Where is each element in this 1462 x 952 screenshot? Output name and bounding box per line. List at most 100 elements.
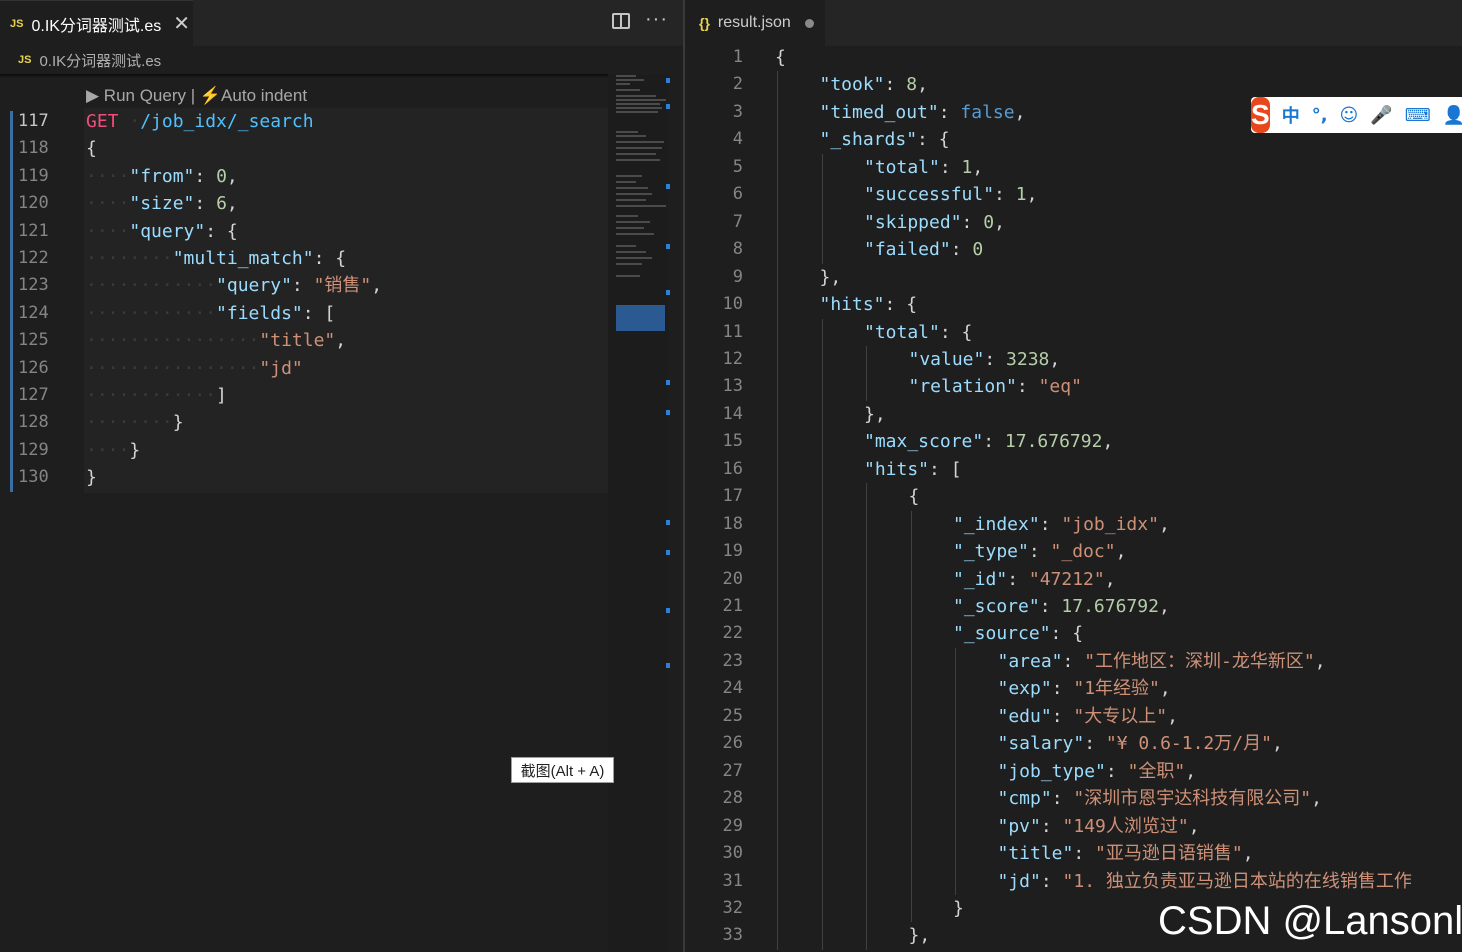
line-number: 25 [722, 705, 743, 726]
line-number: 12 [722, 348, 743, 369]
line-content: }, [864, 401, 886, 429]
code-line[interactable]: 125 ················"title", [0, 327, 608, 354]
code-line[interactable]: 21 "_score": 17.676792, [685, 593, 1462, 621]
code-line[interactable]: 26 "salary": "¥ 0.6-1.2万/月", [685, 730, 1462, 758]
punctuation: : [1084, 733, 1106, 755]
code-line[interactable]: 117 GET ·/job_idx/_search [0, 108, 608, 135]
indent-guide [955, 647, 956, 676]
punctuation: , [1242, 843, 1254, 865]
punctuation: { [86, 138, 97, 160]
minimap-line [616, 275, 640, 277]
indent-guide [866, 894, 867, 923]
code-line[interactable]: 16 "hits": [ [685, 455, 1462, 484]
microphone-icon[interactable]: 🎤 [1370, 105, 1392, 126]
scrollbar-marker [666, 290, 670, 295]
line-content: "_index": "job_idx", [953, 511, 1170, 539]
indent-guide [777, 894, 778, 923]
line-content: "_type": "_doc", [953, 538, 1126, 566]
code-line[interactable]: 9}, [685, 263, 1462, 292]
user-icon[interactable]: 👤 [1443, 105, 1462, 126]
indent-guide [777, 593, 778, 621]
keyboard-icon[interactable]: ⌨ [1405, 105, 1431, 126]
code-line[interactable]: 24 "exp": "1年经验", [685, 675, 1462, 703]
punctuation: , [1026, 184, 1038, 206]
code-line[interactable]: 11 "total": { [685, 318, 1462, 346]
code-line[interactable]: 19 "_type": "_doc", [685, 538, 1462, 566]
line-content: "skipped": 0, [864, 209, 1005, 237]
emoji-icon[interactable]: ☺ [1340, 105, 1359, 126]
close-icon[interactable]: ✕ [173, 11, 190, 36]
code-line[interactable]: 7 "skipped": 0, [685, 208, 1462, 237]
tab-ik-test-file[interactable]: JS 0.IK分词器测试.es ✕ [0, 0, 193, 46]
code-line[interactable]: 30 "title": "亚马逊日语销售", [685, 840, 1462, 868]
minimap-slider[interactable] [616, 305, 665, 331]
code-line[interactable]: 25 "edu": "大专以上", [685, 702, 1462, 731]
indent-guide [777, 126, 778, 154]
punctuation: : [1051, 705, 1074, 727]
code-line[interactable]: 15 "max_score": 17.676792, [685, 428, 1462, 456]
code-line[interactable]: 1{ [685, 44, 1462, 72]
code-line[interactable]: 127 ············] [0, 382, 608, 409]
code-line[interactable]: 22 "_source": { [685, 620, 1462, 648]
punctuation: , [1158, 596, 1170, 617]
code-line[interactable]: 126 ················"jd" [0, 355, 608, 382]
indent-guide [777, 510, 778, 539]
code-line[interactable]: 29 "pv": "149人浏览过", [685, 812, 1462, 841]
chinese-mode-icon[interactable]: 中 [1282, 102, 1300, 128]
indent-guide [777, 236, 778, 264]
minimap-line [616, 95, 656, 97]
split-editor-icon[interactable] [612, 13, 630, 29]
js-file-icon: JS [10, 17, 24, 30]
code-line[interactable]: 12 "value": 3238, [685, 345, 1462, 374]
unsaved-dot-icon[interactable] [804, 18, 814, 28]
code-line[interactable]: 118 { [0, 135, 608, 162]
indent-guide [821, 593, 823, 621]
code-line[interactable]: 128 ········} [0, 409, 608, 436]
indent-guide [777, 98, 778, 127]
code-line[interactable]: 20 "_id": "47212", [685, 565, 1462, 594]
code-line[interactable]: 17 { [685, 483, 1462, 511]
whitespace-marker: ············ [86, 302, 217, 324]
code-line[interactable]: 130} [0, 464, 608, 491]
code-line[interactable]: 120 ····"size": 6, [0, 190, 608, 217]
code-line[interactable]: 14}, [685, 400, 1462, 429]
indent-guide [910, 730, 912, 758]
code-line[interactable]: 6 "successful": 1, [685, 181, 1462, 209]
code-line[interactable]: 5 "total": 1, [685, 153, 1462, 182]
minimap[interactable] [608, 75, 668, 952]
more-actions-icon[interactable]: ··· [645, 8, 668, 31]
indent-guide [866, 620, 867, 648]
code-line[interactable]: 28 "cmp": "深圳市恩宇达科技有限公司", [685, 785, 1462, 813]
json-key: "from" [129, 165, 195, 187]
json-key: "pv" [997, 815, 1041, 837]
punctuation: }, [819, 266, 842, 288]
breadcrumb[interactable]: JS 0.IK分词器测试.es [0, 46, 683, 74]
tab-result-json[interactable]: {} result.json [685, 0, 825, 46]
breadcrumb-file[interactable]: 0.IK分词器测试.es [39, 50, 161, 71]
punctuation-icon[interactable]: °, [1312, 105, 1328, 126]
code-line[interactable]: 119 ····"from": 0, [0, 163, 608, 190]
code-line[interactable]: 10 "hits": { [685, 291, 1462, 319]
code-line[interactable]: 13 "relation": "eq" [685, 373, 1462, 401]
punctuation: : { [939, 321, 973, 343]
code-line[interactable]: 2 "took": 8, [685, 71, 1462, 99]
code-line[interactable]: 23 "area": "工作地区：深圳-龙华新区", [685, 647, 1462, 676]
sogou-logo[interactable]: S [1251, 97, 1270, 133]
line-content: { [775, 44, 786, 72]
code-line[interactable]: 8 "failed": 0 [685, 236, 1462, 264]
auto-indent-link[interactable]: Auto indent [221, 86, 307, 105]
code-line[interactable]: 122 ········"multi_match": { [0, 245, 608, 272]
code-line[interactable]: 18 "_index": "job_idx", [685, 510, 1462, 539]
code-line[interactable]: 31 "jd": "1. 独立负责亚马逊日本站的在线销售工作 [685, 867, 1462, 895]
ime-toolbar: S 中 °, ☺ 🎤 ⌨ 👤 [1251, 97, 1462, 133]
line-number: 127 [18, 385, 49, 405]
punctuation: : { [917, 129, 950, 151]
run-query-link[interactable]: ▶ Run Query | [86, 86, 195, 105]
code-line[interactable]: 129 ····} [0, 437, 608, 464]
code-line[interactable]: 121 ····"query": { [0, 218, 608, 245]
code-line[interactable]: 27 "job_type": "全职", [685, 757, 1462, 786]
code-line[interactable]: 124 ············"fields": [ [0, 300, 608, 327]
code-line[interactable]: 123 ············"query": "销售", [0, 272, 608, 299]
indent-guide [777, 538, 778, 566]
line-content: "exp": "1年经验", [998, 675, 1171, 703]
